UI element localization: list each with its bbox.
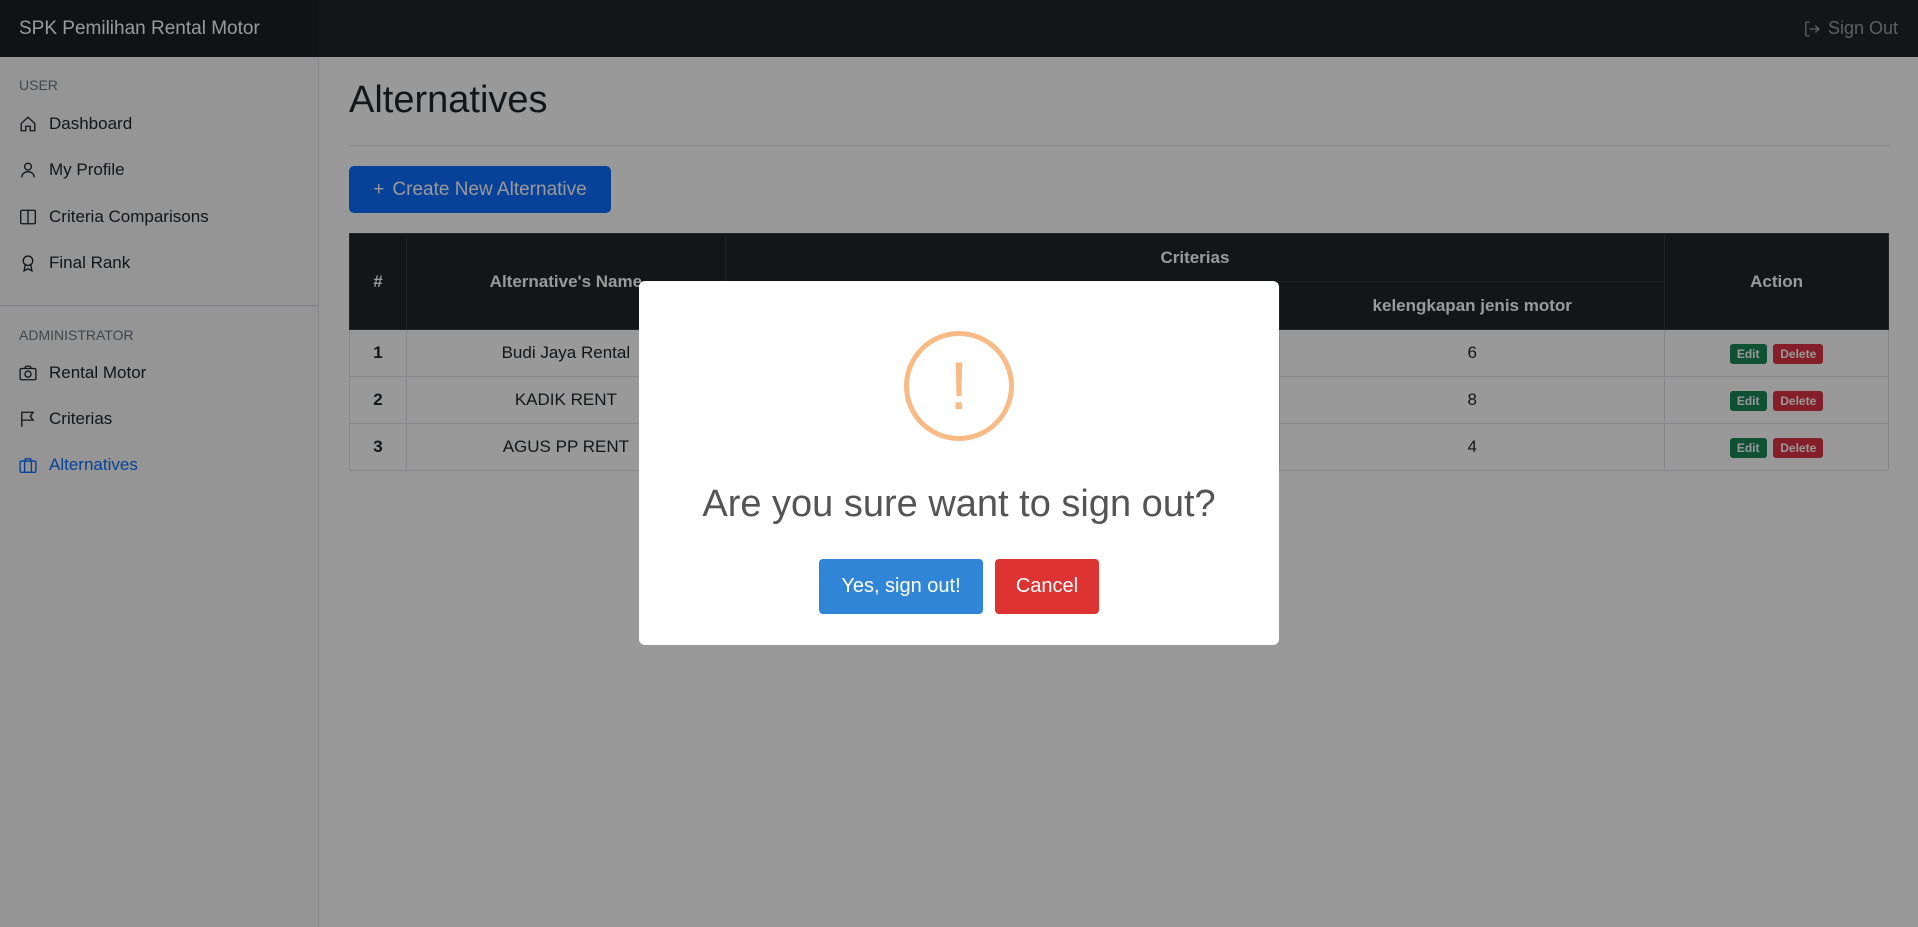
warning-icon: ! [904, 331, 1014, 441]
dialog-title: Are you sure want to sign out? [702, 483, 1216, 525]
confirm-sign-out-button[interactable]: Yes, sign out! [819, 559, 983, 614]
warning-mark: ! [949, 348, 969, 424]
sign-out-confirm-dialog: ! Are you sure want to sign out? Yes, si… [639, 281, 1279, 645]
cancel-button[interactable]: Cancel [995, 559, 1099, 614]
